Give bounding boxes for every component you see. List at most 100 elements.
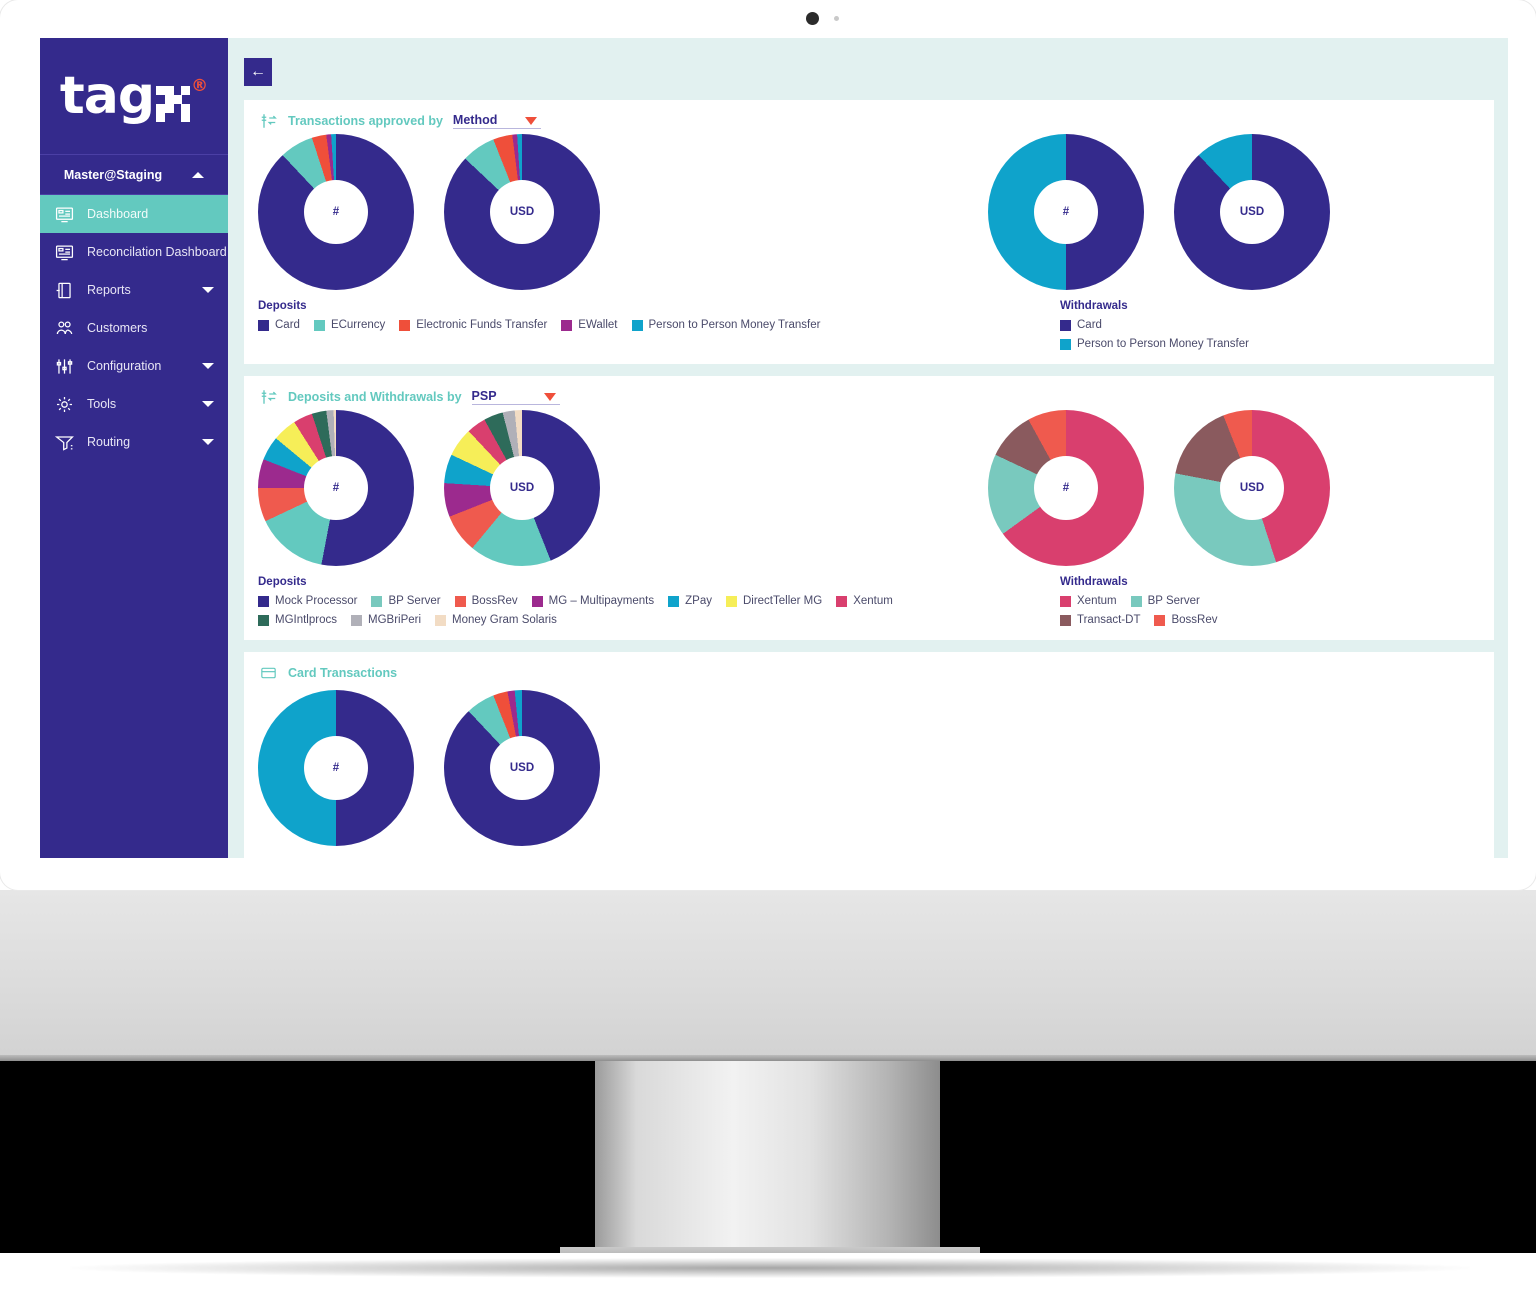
method-select[interactable]: Method [452,113,541,129]
legend-label: MG – Multipayments [548,595,655,607]
chevron-down-icon [202,439,214,445]
donut-psp-deposits-count[interactable]: # [258,410,414,566]
back-button[interactable]: ← [244,58,272,86]
legend-item[interactable]: Card [258,319,300,331]
legend-item[interactable]: ECurrency [313,319,386,331]
legend-label: Person to Person Money Transfer [648,319,821,331]
legend-item[interactable]: MG – Multipayments [531,595,655,607]
legend-swatch-icon [1060,338,1071,350]
donut-psp-deposits-usd[interactable]: USD [444,410,600,566]
report-icon [54,280,74,300]
chevron-up-icon [192,171,205,178]
legend-label: ECurrency [330,319,386,331]
donut-center-label: # [304,736,368,800]
sidebar-item-configuration[interactable]: Configuration [40,347,228,385]
legend-swatch-icon [1060,595,1071,607]
legend-item[interactable]: Person to Person Money Transfer [1060,338,1249,350]
sidebar-item-reports[interactable]: Reports [40,271,228,309]
chevron-down-icon [202,363,214,369]
legend-item[interactable]: BP Server [1130,595,1200,607]
legend-item[interactable]: EWallet [561,319,618,331]
card-transaction-charts: # USD [258,690,600,846]
sidebar-item-customers[interactable]: Customers [40,309,228,347]
section-header: Transactions approved by Method [258,112,1480,130]
legend-swatch-icon [668,595,680,607]
legend-swatch-icon [258,319,269,331]
legend-item[interactable]: Person to Person Money Transfer [631,319,821,331]
legend-title: Deposits [258,300,307,312]
deposits-charts: # USD [258,410,600,566]
sidebar-item-routing[interactable]: Routing [40,423,228,461]
legend-item[interactable]: DirectTeller MG [725,595,822,607]
legend-item[interactable]: BP Server [371,595,441,607]
legend-item[interactable]: Transact-DT [1060,614,1140,626]
donut-card-transactions-usd[interactable]: USD [444,690,600,846]
charts-row: # USD # USD [258,134,1480,290]
psp-select[interactable]: PSP [471,389,560,405]
account-label: Master@Staging [63,167,163,182]
monitor-frame: tag ® Master@Staging Dashboard Reconcila… [0,0,1536,1301]
sidebar-item-tools[interactable]: Tools [40,385,228,423]
webcam-indicator-icon [834,16,839,21]
legend-item[interactable]: MGBriPeri [351,614,421,626]
legend-title: Deposits [258,576,307,588]
legend-swatch-icon [435,614,447,626]
legend-method-withdrawals: Withdrawals Card Person to Person Money T… [1060,300,1480,350]
legend-item[interactable]: BossRev [1154,614,1218,626]
legend-item[interactable]: BossRev [454,595,518,607]
gear-icon [54,394,74,414]
legend-item[interactable]: Mock Processor [258,595,357,607]
donut-center-label: USD [490,736,554,800]
sidebar-item-label: Dashboard [87,207,149,221]
legend-item[interactable]: Xentum [836,595,893,607]
legend-swatch-icon [454,595,466,607]
legend-item[interactable]: Xentum [1060,595,1117,607]
donut-method-withdrawals-usd[interactable]: USD [1174,134,1330,290]
monitor-screen: tag ® Master@Staging Dashboard Reconcila… [0,0,1536,890]
section-header: Deposits and Withdrawals by PSP [258,388,1480,406]
currency-exchange-icon [258,388,278,406]
donut-card-transactions-count[interactable]: # [258,690,414,846]
legend-label: Card [1077,319,1102,331]
people-icon [54,318,74,338]
legend-swatch-icon [1154,614,1166,626]
section-deposits-withdrawals-by-psp: Deposits and Withdrawals by PSP # USD # … [244,376,1494,640]
legend-swatch-icon [836,595,848,607]
donut-method-deposits-count[interactable]: # [258,134,414,290]
donut-psp-withdrawals-usd[interactable]: USD [1174,410,1330,566]
legend-swatch-icon [258,614,269,626]
legend-item[interactable]: MGIntlprocs [258,614,337,626]
deposits-charts: # USD [258,134,600,290]
charts-row: # USD [258,690,1480,846]
application-window: tag ® Master@Staging Dashboard Reconcila… [40,38,1508,858]
donut-center-label: USD [490,180,554,244]
legend-item[interactable]: Money Gram Solaris [435,614,557,626]
legend-swatch-icon [531,595,543,607]
method-select-value: Method [452,113,498,127]
account-switcher[interactable]: Master@Staging [40,155,228,195]
legend-swatch-icon [725,595,737,607]
sidebar-nav: Dashboard Reconcilation Dashboard Report… [40,195,228,461]
legend-item[interactable]: Card [1060,319,1102,331]
legend-item[interactable]: Electronic Funds Transfer [399,319,547,331]
sidebar-item-label: Tools [87,397,117,411]
legend-items: Card Person to Person Money Transfer [1060,319,1290,350]
legend-label: MGIntlprocs [275,614,337,626]
legend-label: Person to Person Money Transfer [1077,338,1249,350]
donut-center-label: USD [1220,456,1284,520]
donut-center-label: USD [490,456,554,520]
legend-swatch-icon [561,319,573,331]
donut-method-withdrawals-count[interactable]: # [988,134,1144,290]
legend-label: Electronic Funds Transfer [416,319,548,331]
withdrawals-charts: # USD [988,410,1480,566]
registered-trademark-icon: ® [191,76,209,96]
legend-item[interactable]: ZPay [668,595,712,607]
monitor-bezel-edge [0,1055,1536,1061]
sidebar-item-dashboard[interactable]: Dashboard [40,195,228,233]
legend-psp-deposits: Deposits Mock Processor BP Server BossRev M… [258,576,958,626]
legend-row: Deposits Mock Processor BP Server BossRev M… [258,576,1480,626]
donut-method-deposits-usd[interactable]: USD [444,134,600,290]
donut-psp-withdrawals-count[interactable]: # [988,410,1144,566]
sidebar-item-reconcilation-dashboard[interactable]: Reconcilation Dashboard [40,233,228,271]
sidebar-item-label: Customers [87,321,148,335]
